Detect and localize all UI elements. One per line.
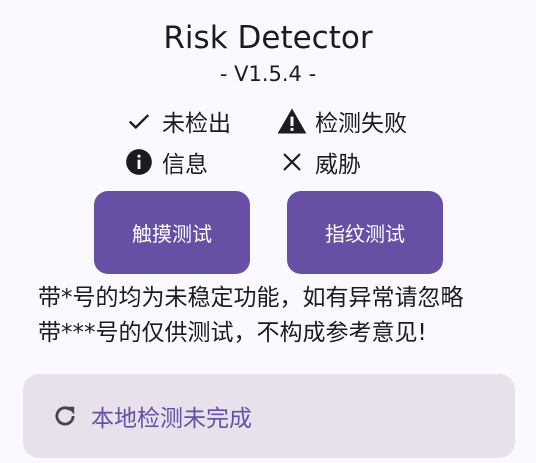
app-version: - V1.5.4 -: [219, 62, 317, 86]
refresh-icon: [51, 402, 79, 430]
info-icon: [124, 147, 154, 177]
close-icon: [277, 147, 307, 177]
legend-info-label: 信息: [162, 152, 208, 178]
notice-line-2: 带***号的仅供测试，不构成参考意见!: [38, 320, 427, 346]
notice-line-1: 带*号的均为未稳定功能，如有异常请忽略: [38, 285, 464, 311]
check-icon: [124, 106, 154, 136]
fingerprint-test-button[interactable]: 指纹测试: [287, 191, 443, 274]
legend-info: 信息: [124, 147, 208, 178]
warning-icon: [277, 106, 307, 136]
legend-detect-failed-label: 检测失败: [315, 111, 407, 137]
legend-detect-failed: 检测失败: [277, 106, 407, 137]
main-screen: Risk Detector - V1.5.4 - 未检出 检测失败 信息 威胁 …: [0, 0, 536, 463]
touch-test-button[interactable]: 触摸测试: [94, 191, 250, 274]
app-title: Risk Detector: [163, 20, 373, 56]
local-detection-status-card[interactable]: 本地检测未完成: [23, 374, 515, 458]
legend-not-detected-label: 未检出: [162, 111, 231, 137]
legend-not-detected: 未检出: [124, 106, 231, 137]
legend-threat: 威胁: [277, 147, 361, 178]
legend-threat-label: 威胁: [315, 152, 361, 178]
status-card-label: 本地检测未完成: [91, 406, 252, 432]
